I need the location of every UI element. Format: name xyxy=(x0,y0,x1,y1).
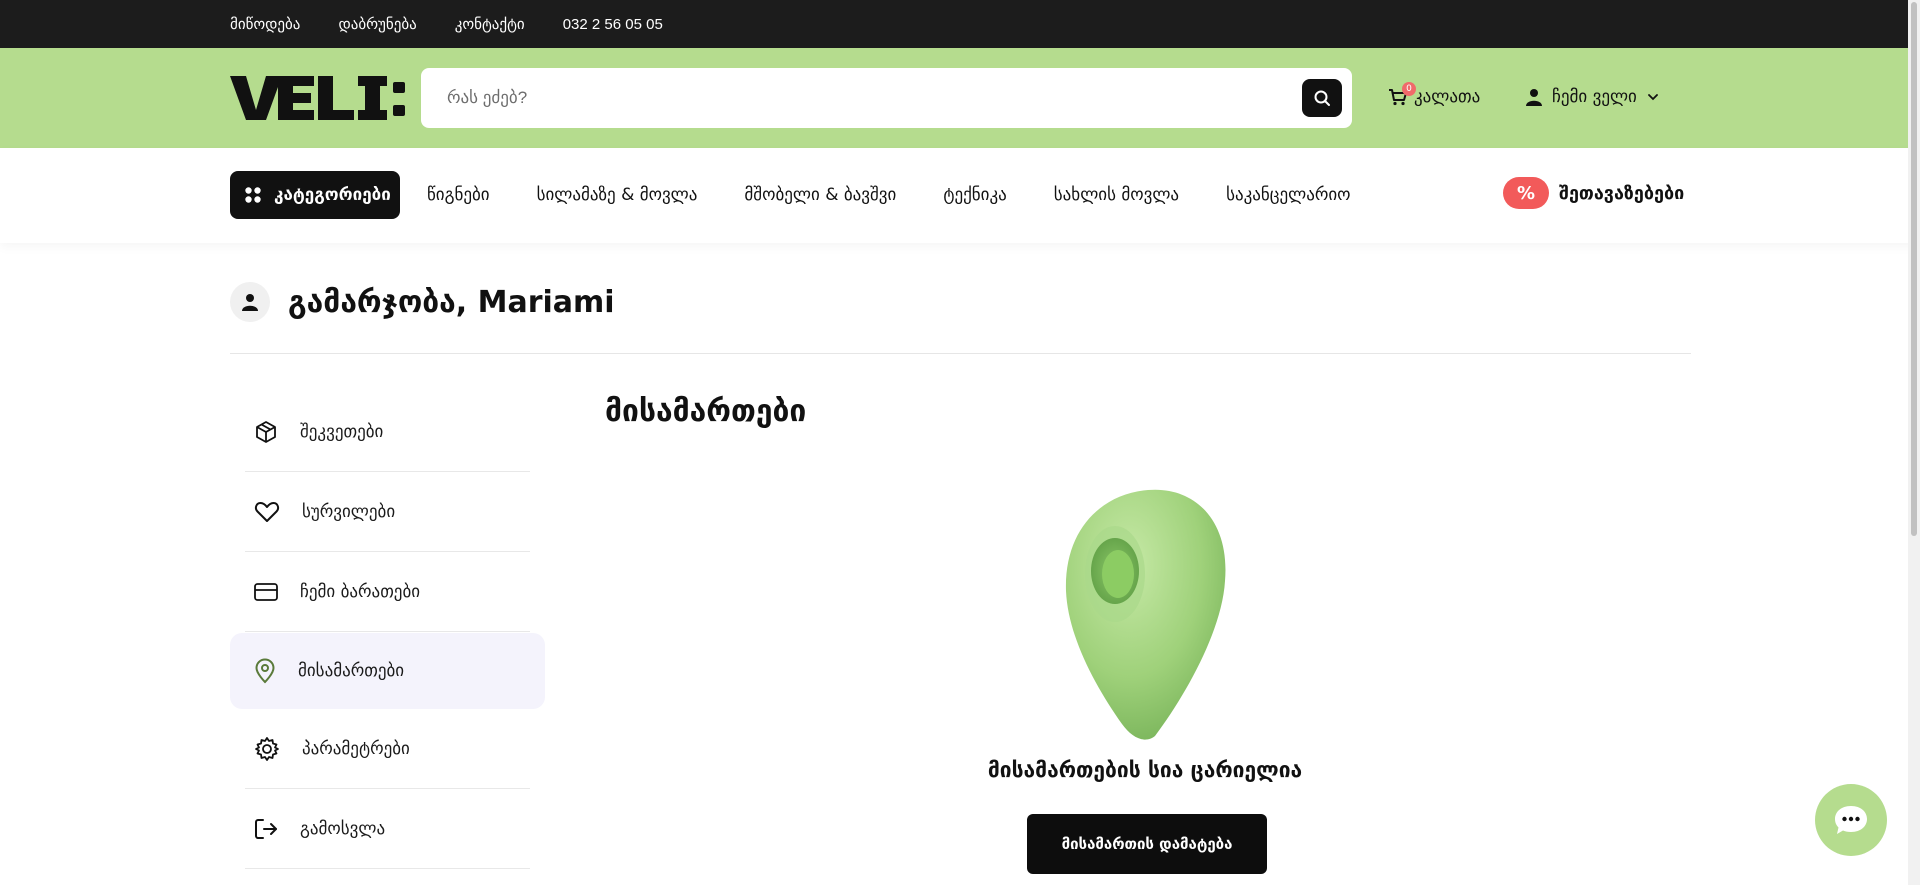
map-pin-icon xyxy=(255,658,275,684)
nav-link-stationery[interactable]: საკანცელარიო xyxy=(1226,185,1350,205)
box-icon xyxy=(256,421,276,443)
empty-state-message: მისამართების სია ცარიელია xyxy=(987,758,1303,782)
top-link-phone[interactable]: 032 2 56 05 05 xyxy=(563,16,663,33)
sidebar-item-addresses[interactable]: მისამართები xyxy=(230,633,545,709)
search-bar[interactable]: რას ეძებ? xyxy=(421,68,1352,128)
user-icon xyxy=(1526,89,1542,106)
cart-count-badge: 0 xyxy=(1402,82,1416,96)
gear-icon xyxy=(255,737,279,761)
sidebar-item-label: ჩემი ბარათები xyxy=(300,582,421,602)
promotions-link[interactable]: % შეთავაზებები xyxy=(1503,177,1684,209)
top-link-delivery[interactable]: მიწოდება xyxy=(230,15,300,33)
promotions-label: შეთავაზებები xyxy=(1559,182,1685,204)
chevron-down-icon xyxy=(1647,94,1658,101)
grid-dots-icon xyxy=(245,187,261,203)
scrollbar[interactable] xyxy=(1908,0,1920,885)
page-title: მისამართები xyxy=(605,394,807,429)
nav-link-books[interactable]: წიგნები xyxy=(427,185,490,205)
sidebar-item-cards[interactable]: ჩემი ბარათები xyxy=(230,552,545,632)
sidebar-item-settings[interactable]: პარამეტრები xyxy=(230,709,545,789)
account-menu[interactable]: ჩემი ველი xyxy=(1526,82,1659,112)
scrollbar-thumb[interactable] xyxy=(1911,2,1917,536)
category-nav: კატეგორიები წიგნები სილამაზე & მოვლა მშო… xyxy=(0,148,1920,243)
header: რას ეძებ? 0 კალათა ჩემი ველი xyxy=(0,48,1920,148)
sidebar-item-label: პარამეტრები xyxy=(302,739,410,759)
cart-button[interactable]: 0 კალათა xyxy=(1388,82,1480,112)
divider xyxy=(245,631,530,632)
greeting-text: გამარჯობა, Mariami xyxy=(288,284,615,320)
chat-bubble-icon xyxy=(1835,806,1867,834)
location-pin-illustration xyxy=(1065,489,1226,740)
nav-link-home-care[interactable]: სახლის მოვლა xyxy=(1054,185,1179,205)
sidebar-item-label: გამოსვლა xyxy=(300,819,386,839)
sidebar-item-label: მისამართები xyxy=(298,661,405,681)
top-bar-links: მიწოდება დაბრუნება კონტაქტი 032 2 56 05 … xyxy=(230,0,663,48)
nav-link-parent-child[interactable]: მშობელი & ბავშვი xyxy=(744,185,896,205)
sidebar-item-wishlist[interactable]: სურვილები xyxy=(230,472,545,552)
account-sidebar: შეკვეთები სურვილები ჩემი ბარათები მისამა… xyxy=(230,392,545,869)
nav-link-tech[interactable]: ტექნიკა xyxy=(943,185,1006,205)
categories-button[interactable]: კატეგორიები xyxy=(230,171,400,219)
sidebar-item-label: შეკვეთები xyxy=(300,422,384,442)
search-input[interactable]: რას ეძებ? xyxy=(447,68,527,128)
sidebar-item-orders[interactable]: შეკვეთები xyxy=(230,392,545,472)
logout-icon xyxy=(255,819,277,839)
chat-button[interactable] xyxy=(1815,784,1887,856)
avatar xyxy=(230,282,270,322)
percent-badge: % xyxy=(1503,177,1549,209)
user-icon xyxy=(242,294,258,311)
search-icon xyxy=(1314,90,1330,106)
account-label: ჩემი ველი xyxy=(1552,87,1637,107)
veli-logo[interactable] xyxy=(230,70,408,126)
sidebar-item-logout[interactable]: გამოსვლა xyxy=(230,789,545,869)
greeting: გამარჯობა, Mariami xyxy=(230,282,615,322)
categories-label: კატეგორიები xyxy=(274,185,391,205)
credit-card-icon xyxy=(254,583,278,601)
cart-label: კალათა xyxy=(1414,87,1481,107)
top-link-contact[interactable]: კონტაქტი xyxy=(455,15,525,33)
divider xyxy=(245,868,530,869)
sidebar-item-label: სურვილები xyxy=(302,502,396,522)
top-link-returns[interactable]: დაბრუნება xyxy=(338,15,416,33)
search-button[interactable] xyxy=(1302,79,1342,117)
nav-link-beauty[interactable]: სილამაზე & მოვლა xyxy=(537,185,698,205)
add-address-button[interactable]: მისამართის დამატება xyxy=(1027,814,1267,874)
nav-links: წიგნები სილამაზე & მოვლა მშობელი & ბავშვ… xyxy=(427,171,1351,219)
top-bar: მიწოდება დაბრუნება კონტაქტი 032 2 56 05 … xyxy=(0,0,1920,48)
heart-icon xyxy=(254,502,280,522)
divider xyxy=(230,353,1691,354)
